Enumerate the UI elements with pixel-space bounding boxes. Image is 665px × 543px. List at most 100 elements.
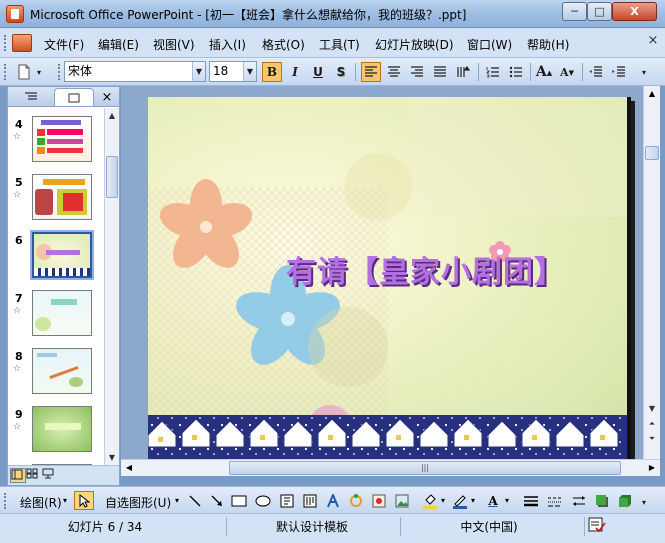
scrollbar-thumb[interactable] — [645, 146, 659, 160]
toolbar-options-icon[interactable]: ▾ — [638, 62, 650, 82]
oval-tool-icon[interactable] — [253, 491, 273, 510]
slide-thumbnail[interactable] — [32, 348, 92, 394]
arrow-tool-icon[interactable] — [207, 491, 227, 510]
menu-tools[interactable]: 工具(T) — [319, 36, 360, 53]
grow-font-button[interactable]: A ▲ — [534, 62, 554, 82]
new-dropdown-icon[interactable]: ▾ — [34, 62, 44, 82]
slide-thumbnail-row[interactable]: 9 ☆ — [8, 406, 104, 462]
close-document-icon[interactable]: × — [646, 34, 660, 48]
tab-outline[interactable] — [12, 88, 50, 106]
font-name-combo[interactable]: 宋体 ▼ — [64, 61, 206, 82]
italic-button[interactable]: I — [285, 62, 305, 82]
slide-thumbnail[interactable] — [32, 174, 92, 220]
scrollbar-thumb[interactable] — [106, 156, 118, 198]
menu-insert[interactable]: 插入(I) — [209, 36, 246, 53]
scroll-right-icon[interactable]: ▶ — [644, 460, 660, 476]
scrollbar-thumb[interactable]: ||| — [229, 461, 621, 475]
select-objects-icon[interactable] — [74, 491, 94, 510]
shadow-button[interactable]: S — [331, 62, 351, 82]
slide-sorter-view-icon[interactable] — [26, 468, 42, 483]
toolbar-options-icon[interactable]: ▾ — [638, 492, 650, 512]
line-tool-icon[interactable] — [185, 491, 205, 510]
arrow-style-icon[interactable] — [569, 491, 589, 510]
align-center-icon[interactable] — [384, 62, 404, 82]
diagram-icon[interactable] — [346, 491, 366, 510]
shadow-style-icon[interactable] — [592, 491, 612, 510]
font-size-combo[interactable]: 18 ▼ — [209, 61, 257, 82]
spelling-check-icon[interactable] — [588, 517, 610, 535]
slide-thumbnail[interactable] — [32, 290, 92, 336]
insert-picture-icon[interactable] — [392, 491, 412, 510]
close-pane-icon[interactable]: × — [98, 88, 116, 106]
chevron-down-icon[interactable]: ▼ — [192, 62, 205, 81]
menu-file[interactable]: 文件(F) — [44, 36, 84, 53]
vertical-text-box-icon[interactable] — [300, 491, 320, 510]
align-right-icon[interactable] — [407, 62, 427, 82]
dash-style-icon[interactable] — [545, 491, 565, 510]
slide-thumbnail-row[interactable]: 5 ☆ — [8, 174, 104, 230]
3d-style-icon[interactable] — [615, 491, 635, 510]
normal-view-icon[interactable] — [10, 468, 26, 483]
distribute-icon[interactable] — [430, 62, 450, 82]
rectangle-tool-icon[interactable] — [229, 491, 249, 510]
fill-color-icon[interactable] — [420, 491, 440, 510]
current-slide[interactable]: 有请【皇家小剧团】 — [148, 97, 631, 459]
language-status[interactable]: 中文(中国) — [420, 518, 558, 536]
chevron-down-icon[interactable]: ▾ — [471, 496, 475, 505]
slide-editing-area[interactable]: 有请【皇家小剧团】 — [121, 86, 643, 463]
slide-thumbnail[interactable] — [32, 116, 92, 162]
previous-slide-icon[interactable]: ⏶ — [644, 417, 660, 431]
numbered-list-icon[interactable] — [483, 62, 503, 82]
menu-edit[interactable]: 编辑(E) — [98, 36, 139, 53]
autoshapes-menu-button[interactable]: 自选图形(U) — [105, 494, 171, 511]
chevron-down-icon[interactable]: ▼ — [243, 62, 256, 81]
menu-help[interactable]: 帮助(H) — [527, 36, 569, 53]
slide-thumbnail[interactable] — [30, 230, 94, 280]
editor-horizontal-scrollbar[interactable]: ◀ ||| ▶ — [121, 459, 660, 476]
toolbar-grip[interactable] — [58, 64, 61, 80]
draw-menu-button[interactable]: 绘图(R) — [20, 494, 62, 511]
scroll-up-icon[interactable]: ▲ — [105, 108, 119, 123]
shrink-font-button[interactable]: A ▼ — [557, 62, 577, 82]
line-color-icon[interactable] — [450, 491, 470, 510]
slideshow-view-icon[interactable] — [42, 468, 58, 483]
font-color-icon[interactable]: A — [483, 491, 503, 510]
increase-indent-icon[interactable] — [609, 62, 629, 82]
scroll-left-icon[interactable]: ◀ — [121, 460, 137, 476]
next-slide-icon[interactable]: ⏷ — [644, 432, 660, 446]
bold-button[interactable]: B — [262, 62, 282, 82]
close-button[interactable]: X — [612, 2, 657, 21]
wordart-icon[interactable] — [323, 491, 343, 510]
editor-vertical-scrollbar[interactable]: ▲ ▼ ⏶ ⏷ — [643, 86, 660, 459]
bulleted-list-icon[interactable] — [506, 62, 526, 82]
menu-window[interactable]: 窗口(W) — [467, 36, 512, 53]
underline-button[interactable]: U — [308, 62, 328, 82]
slide-thumbnail[interactable] — [32, 406, 92, 452]
slide-thumbnail-row[interactable]: 7 ☆ — [8, 290, 104, 346]
scroll-down-icon[interactable]: ▼ — [105, 450, 119, 465]
slide-thumbnail-row-selected[interactable]: 6 — [8, 230, 104, 288]
toolbar-grip[interactable] — [4, 64, 7, 80]
minimize-button[interactable]: ─ — [562, 2, 587, 21]
clip-art-icon[interactable] — [369, 491, 389, 510]
new-document-icon[interactable] — [14, 62, 34, 82]
decrease-indent-icon[interactable] — [586, 62, 606, 82]
chevron-down-icon[interactable]: ▾ — [175, 496, 179, 505]
slide-thumbnail-row[interactable]: 8 ☆ — [8, 348, 104, 404]
text-direction-icon[interactable] — [453, 62, 473, 82]
slide-thumbnail-row[interactable]: 4 ☆ — [8, 116, 104, 172]
slides-pane-scrollbar[interactable]: ▲ ▼ — [104, 108, 119, 465]
maximize-button[interactable]: □ — [587, 2, 612, 21]
menu-slideshow[interactable]: 幻灯片放映(D) — [375, 36, 454, 53]
menu-view[interactable]: 视图(V) — [153, 36, 195, 53]
powerpoint-app-icon[interactable] — [6, 5, 24, 23]
text-box-icon[interactable] — [277, 491, 297, 510]
chevron-down-icon[interactable]: ▾ — [441, 496, 445, 505]
menu-format[interactable]: 格式(O) — [262, 36, 305, 53]
chevron-down-icon[interactable]: ▾ — [505, 496, 509, 505]
chevron-down-icon[interactable]: ▾ — [63, 496, 67, 505]
design-template-status[interactable]: 默认设计模板 — [232, 518, 392, 536]
line-style-icon[interactable] — [521, 491, 541, 510]
scroll-up-icon[interactable]: ▲ — [644, 86, 660, 102]
slide-title-text[interactable]: 有请【皇家小剧团】 — [286, 247, 565, 291]
